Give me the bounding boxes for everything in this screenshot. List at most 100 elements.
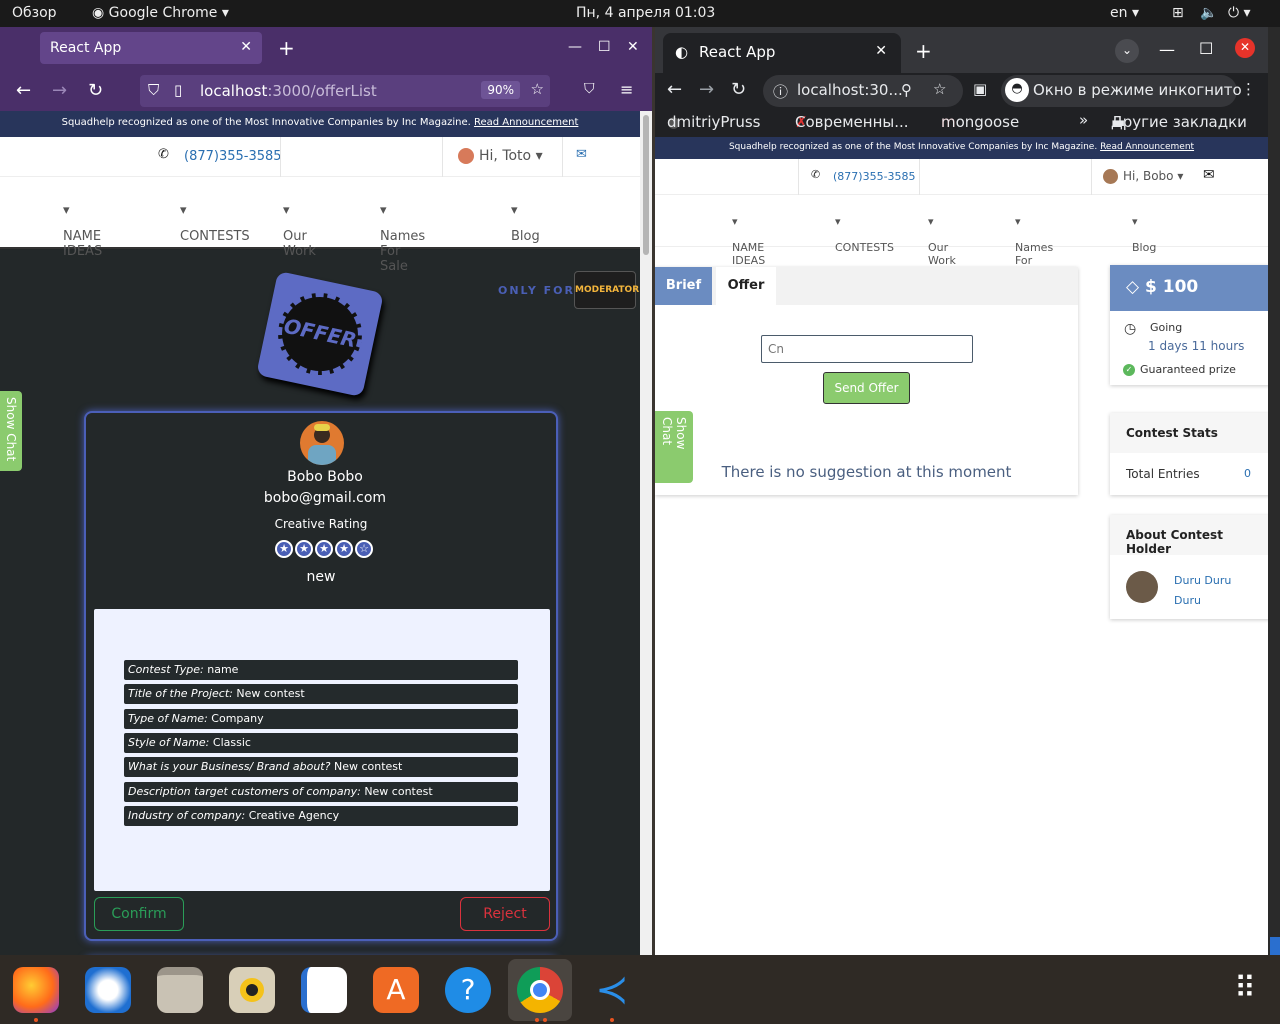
firefox-window: React App ✕ + — ☐ ✕ ← → ↻ ⛉ ▯ localhost:… [0,27,652,955]
maximize-icon[interactable]: ☐ [598,39,611,55]
nav-names-for-sale[interactable]: Names For Sale ▾ [380,203,425,274]
firefox-icon[interactable] [13,967,59,1013]
back-icon[interactable]: ← [16,80,31,101]
chrome-tab-strip: ◐ React App ✕ + ⌄ — ☐ ✕ [655,27,1268,73]
nav-contests[interactable]: CONTESTS ▾ [835,215,894,254]
moderator-badge: MODERATOR [574,271,639,309]
phone-number[interactable]: (877)355-3585 [184,149,282,164]
clock[interactable]: Пн, 4 апреля 01:03 [576,5,715,21]
send-offer-button[interactable]: Send Offer [823,372,910,404]
reload-icon[interactable]: ↻ [731,79,746,100]
thunderbird-icon[interactable] [85,967,131,1013]
extension-icon[interactable]: ▣ [973,80,987,98]
close-tab-icon[interactable]: ✕ [875,43,887,59]
read-announcement-link[interactable]: Read Announcement [474,117,578,128]
minimize-icon[interactable]: — [1159,40,1175,59]
nav-contests[interactable]: CONTESTS ▾ [180,203,250,244]
phone-number[interactable]: (877)355-3585 [833,170,916,183]
star-icon: ☆ [355,540,373,558]
nav-our-work[interactable]: Our Work ▾ [928,215,956,267]
nav-names-for-sale[interactable]: Names For Sale ▾ [1015,215,1053,280]
total-entries-label: Total Entries [1126,467,1200,481]
back-icon[interactable]: ← [667,79,682,100]
nav-blog[interactable]: Blog ▾ [1132,215,1156,254]
nav-blog[interactable]: Blog ▾ [511,203,540,244]
guaranteed-prize: Guaranteed prize [1140,363,1236,376]
close-window-icon[interactable]: ✕ [627,39,639,55]
holder-avatar [1126,571,1158,603]
rating-stars: ★ ★ ★ ★ ☆ [264,537,384,558]
zoom-icon[interactable]: ⚲ [901,81,912,99]
vscode-icon[interactable]: ≺ [589,967,635,1013]
new-tab-icon[interactable]: + [278,36,295,60]
address-bar[interactable]: ⛉ ▯ localhost:3000/offerList 90% ☆ [140,75,550,107]
overview-button[interactable]: Обзор [12,5,57,21]
contest-tabs: Brief Offer [655,267,1078,305]
announcement-banner: Squadhelp recognized as one of the Most … [0,111,640,137]
chrome-app-menu[interactable]: ◉ Google Chrome ▾ [92,5,229,21]
network-icon[interactable]: ⊞ [1172,5,1184,21]
minimize-icon[interactable]: — [568,39,582,55]
forward-icon[interactable]: → [52,80,67,101]
show-chat-button[interactable]: Show Chat [655,411,693,483]
firefox-scrollbar[interactable] [640,111,652,955]
close-tab-icon[interactable]: ✕ [240,39,252,55]
bookmarks-bar: ● dmitriyPruss ✗ Современны... m mongoos… [655,109,1268,137]
incognito-indicator[interactable]: ◓ Окно в режиме инкогнито [1001,75,1242,107]
chrome-menu-icon[interactable]: ⋮ [1241,80,1256,98]
app-grid-icon[interactable]: ⠿ [1222,967,1268,1013]
site-header: ✆ (877)355-3585 Hi, Toto ▾ ✉ [0,137,640,177]
shield-icon: ⛉ [148,81,160,99]
firefox-toolbar: ← → ↻ ⛉ ▯ localhost:3000/offerList 90% ☆… [0,71,652,111]
tab-offer[interactable]: Offer [716,267,776,305]
chrome-dock-icon[interactable] [517,967,563,1013]
offer-input[interactable] [761,335,973,363]
holder-name[interactable]: Duru Duru Duru [1174,571,1234,611]
power-icon[interactable]: ⏻ ▾ [1228,5,1251,21]
zoom-level[interactable]: 90% [481,81,520,99]
menu-icon[interactable]: ≡ [620,80,633,99]
nav-name-ideas[interactable]: NAME IDEAS ▾ [63,203,102,259]
phone-icon: ✆ [158,147,169,162]
reject-button[interactable]: Reject [460,897,550,931]
help-icon[interactable]: ? [445,967,491,1013]
tab-brief[interactable]: Brief [655,267,712,305]
site-header: ✆ (877)355-3585 Hi, Bobo ▾ ✉ [655,159,1268,195]
bookmark-star-icon[interactable]: ☆ [531,80,544,98]
address-bar[interactable]: ⓘ localhost:30... ⚲ ☆ [763,75,963,107]
nav-our-work[interactable]: Our Work ▾ [283,203,316,259]
contest-panel: Brief Offer Send Offer There is no sugge… [655,267,1078,495]
user-menu[interactable]: Hi, Bobo ▾ [1123,169,1183,183]
rhythmbox-icon[interactable] [229,967,275,1013]
maximize-icon[interactable]: ☐ [1199,39,1213,58]
contest-stats-card: Contest Stats Total Entries 0 [1110,413,1268,495]
new-tab-icon[interactable]: + [915,39,932,63]
forward-icon[interactable]: → [699,79,714,100]
user-menu[interactable]: Hi, Toto ▾ [479,148,543,164]
software-center-icon[interactable]: A [373,967,419,1013]
bookmark-star-icon[interactable]: ☆ [933,80,946,98]
show-chat-button[interactable]: Show Chat [0,391,22,471]
brief-row: Description target customers of company:… [124,782,518,802]
pocket-icon[interactable]: ⛉ [584,81,595,97]
close-window-icon[interactable]: ✕ [1235,38,1255,58]
mail-icon[interactable]: ✉ [1203,167,1215,183]
star-icon: ★ [335,540,353,558]
mail-icon[interactable]: ✉ [576,147,587,162]
reload-icon[interactable]: ↻ [88,80,103,101]
nav-name-ideas[interactable]: NAME IDEAS ▾ [732,215,765,267]
more-bookmarks-icon[interactable]: » [1079,111,1088,129]
files-icon[interactable] [157,967,203,1013]
firefox-tab[interactable]: React App ✕ [40,32,262,64]
writer-icon[interactable] [301,967,347,1013]
stats-title: Contest Stats [1110,413,1268,453]
read-announcement-link[interactable]: Read Announcement [1100,142,1194,152]
tab-search-icon[interactable]: ⌄ [1115,39,1139,63]
phone-icon: ✆ [811,168,821,181]
chrome-tab[interactable]: ◐ React App ✕ [663,33,901,73]
language-indicator[interactable]: en ▾ [1110,5,1139,21]
time-left: 1 days 11 hours [1148,339,1245,353]
volume-icon[interactable]: 🔈 [1200,5,1217,21]
user-avatar [1103,169,1118,184]
confirm-button[interactable]: Confirm [94,897,184,931]
